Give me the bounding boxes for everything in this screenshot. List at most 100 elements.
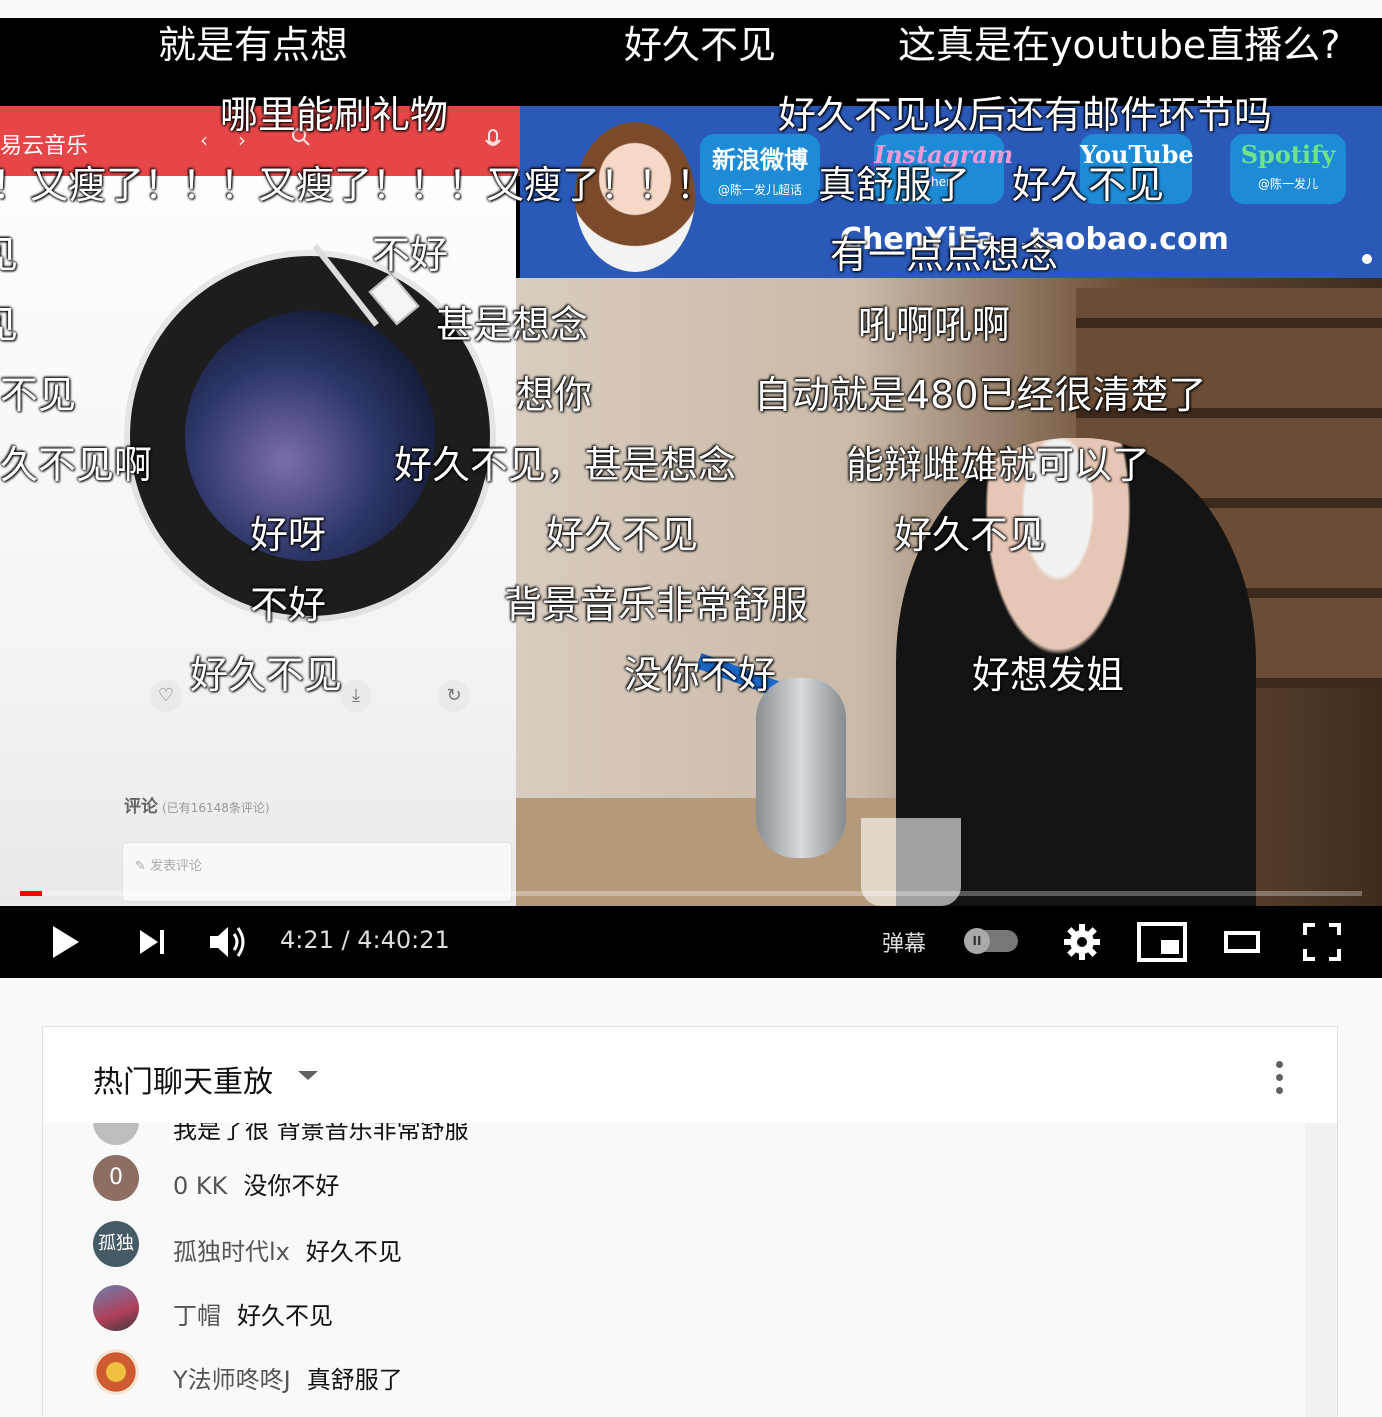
avatar[interactable] (93, 1123, 139, 1145)
danmaku-comment: 好想发姐 (972, 653, 1125, 697)
chat-message-text: 好久不见 (305, 1238, 402, 1266)
comment-placeholder: 发表评论 (150, 859, 203, 874)
player-controls: 4:21 / 4:40:21 弹幕 II (0, 906, 1382, 978)
chat-author[interactable]: 丁帽 (173, 1302, 221, 1330)
chat-message: Y法师咚咚J 真舒服了 (43, 1347, 1305, 1399)
danmaku-comment: 好久不见，甚是想念 (394, 443, 737, 487)
chat-message-text: 好久不见 (237, 1302, 333, 1330)
chat-mode-dropdown[interactable]: 热门聊天重放 (93, 1057, 273, 1101)
chat-message-text: 没你不好 (243, 1172, 340, 1200)
danmaku-comment: 好久不见 (190, 653, 343, 697)
comments-count: (已有16148条评论) (162, 801, 270, 815)
music-app-title: 易云音乐 (0, 134, 89, 159)
miniplayer-button[interactable] (1136, 918, 1188, 966)
danmaku-toggle[interactable]: II (964, 928, 1018, 954)
heart-icon[interactable]: ♡ (150, 680, 182, 712)
fullscreen-icon (1303, 923, 1341, 961)
danmaku-comment: 不好 (372, 233, 449, 277)
avatar[interactable] (93, 1285, 139, 1331)
danmaku-comment: 见 (0, 306, 18, 344)
avatar[interactable]: 0 (93, 1155, 139, 1201)
share-icon[interactable]: ↻ (438, 680, 470, 712)
chat-header: 热门聊天重放 (43, 1027, 1337, 1123)
danmaku-comment: 久不见啊 (0, 443, 153, 487)
microphone (756, 678, 846, 858)
progress-played (20, 891, 43, 896)
miniplayer-icon (1137, 922, 1187, 962)
time-display: 4:21 / 4:40:21 (280, 926, 450, 954)
chat-message-body: 0 KK 没你不好 (173, 1166, 339, 1201)
banner-dot (1362, 254, 1372, 264)
danmaku-comment: 就是有点想 (158, 23, 349, 67)
danmaku-comment: 好久不见 (894, 513, 1047, 557)
spotify-handle: @陈一发儿 (1257, 177, 1318, 191)
weibo-logo: 新浪微博 (712, 145, 808, 174)
chat-message: 孤独 孤独时代lx 好久不见 (43, 1219, 1305, 1271)
danmaku-comment: 想你 (516, 373, 593, 417)
video-frame[interactable]: 易云音乐 ‹› ♡ ⤓ ↻ 评论 (已有16148条评论) ✎ 发表评论 新浪微… (0, 106, 1382, 906)
weibo-badge: 新浪微博 @陈一发儿超话 (700, 134, 820, 204)
chat-scrollbar[interactable] (1305, 1123, 1337, 1417)
screen-share-music-app: 易云音乐 ‹› ♡ ⤓ ↻ 评论 (已有16148条评论) ✎ 发表评论 (0, 106, 520, 906)
danmaku-comment: 有一点点想念 (830, 233, 1059, 277)
danmaku-comment: ！又瘦了！！！又瘦了！！！又瘦了！！！ (0, 163, 715, 207)
mic-icon (485, 129, 501, 146)
dot-icon (1276, 1087, 1283, 1094)
chat-message-body: 丁帽 好久不见 (173, 1296, 333, 1331)
dot-icon (1276, 1074, 1283, 1081)
chat-author[interactable]: Y法师咚咚J (173, 1366, 291, 1394)
settings-button[interactable] (1058, 918, 1106, 966)
danmaku-comment: 背景音乐非常舒服 (504, 583, 809, 627)
video-player[interactable]: 易云音乐 ‹› ♡ ⤓ ↻ 评论 (已有16148条评论) ✎ 发表评论 新浪微… (0, 18, 1382, 978)
play-button[interactable] (36, 918, 92, 966)
danmaku-comment: 不好 (250, 583, 327, 627)
danmaku-comment: 这真是在youtube直播么? (898, 23, 1341, 67)
next-button[interactable] (124, 918, 180, 966)
more-options-button[interactable] (1269, 1057, 1289, 1097)
danmaku-comment: 真舒服了 (818, 163, 971, 207)
caret-down-icon[interactable] (298, 1071, 318, 1080)
avatar[interactable] (93, 1349, 139, 1395)
theater-mode-button[interactable] (1216, 918, 1268, 966)
fullscreen-button[interactable] (1296, 918, 1348, 966)
danmaku-comment: 见 (0, 236, 18, 274)
chat-message-text: 我是了很 背景音乐非常舒服 (173, 1123, 469, 1144)
play-icon (53, 926, 79, 958)
chat-message-body: 孤独时代lx 好久不见 (173, 1232, 402, 1267)
chat-message: 我是了很 背景音乐非常舒服 (43, 1123, 1305, 1149)
chat-author[interactable]: 0 KK (173, 1172, 227, 1200)
danmaku-comment: 哪里能刷礼物 (220, 93, 449, 137)
danmaku-comment: 好久不见 (546, 513, 699, 557)
pause-icon: II (964, 928, 990, 954)
download-icon[interactable]: ⤓ (340, 680, 372, 712)
comments-heading: 评论 (已有16148条评论) (124, 792, 270, 817)
theater-icon (1224, 931, 1260, 953)
chat-message-list[interactable]: 我是了很 背景音乐非常舒服 0 0 KK 没你不好 孤独 孤独时代lx 好久不见 丁… (43, 1123, 1305, 1417)
weibo-handle: @陈一发儿超话 (717, 183, 802, 197)
danmaku-comment: 能辩雌雄就可以了 (846, 443, 1151, 487)
chat-message-text: 真舒服了 (306, 1366, 403, 1394)
danmaku-label: 弹幕 (882, 932, 927, 957)
avatar[interactable]: 孤独 (93, 1221, 139, 1267)
danmaku-comment: 好久不见以后还有邮件环节吗 (778, 93, 1273, 137)
danmaku-comment: 甚是想念 (436, 303, 589, 347)
danmaku-comment: 自动就是480已经很清楚了 (754, 373, 1207, 417)
spotify-logo: Spotify (1240, 140, 1336, 169)
skip-next-icon (140, 930, 164, 954)
comments-label: 评论 (124, 797, 158, 817)
volume-icon (210, 927, 245, 957)
dot-icon (1276, 1061, 1283, 1068)
chat-message: 丁帽 好久不见 (43, 1283, 1305, 1335)
danmaku-comment: 不见 (0, 373, 77, 417)
progress-bar[interactable] (20, 891, 1362, 896)
danmaku-comment: 没你不好 (624, 653, 777, 697)
danmaku-comment: 好呀 (250, 513, 327, 557)
danmaku-comment: 好久不见 (1012, 163, 1165, 207)
danmaku-comment: 吼啊吼啊 (858, 303, 1011, 347)
pencil-icon: ✎ (135, 859, 151, 874)
chat-author[interactable]: 孤独时代lx (173, 1238, 290, 1266)
chat-replay-panel: 热门聊天重放 我是了很 背景音乐非常舒服 0 0 KK 没你不好 孤独 孤独时代l… (42, 1026, 1338, 1417)
chat-message: 0 0 KK 没你不好 (43, 1153, 1305, 1205)
danmaku-comment: 好久不见 (624, 23, 777, 67)
volume-button[interactable] (200, 918, 256, 966)
